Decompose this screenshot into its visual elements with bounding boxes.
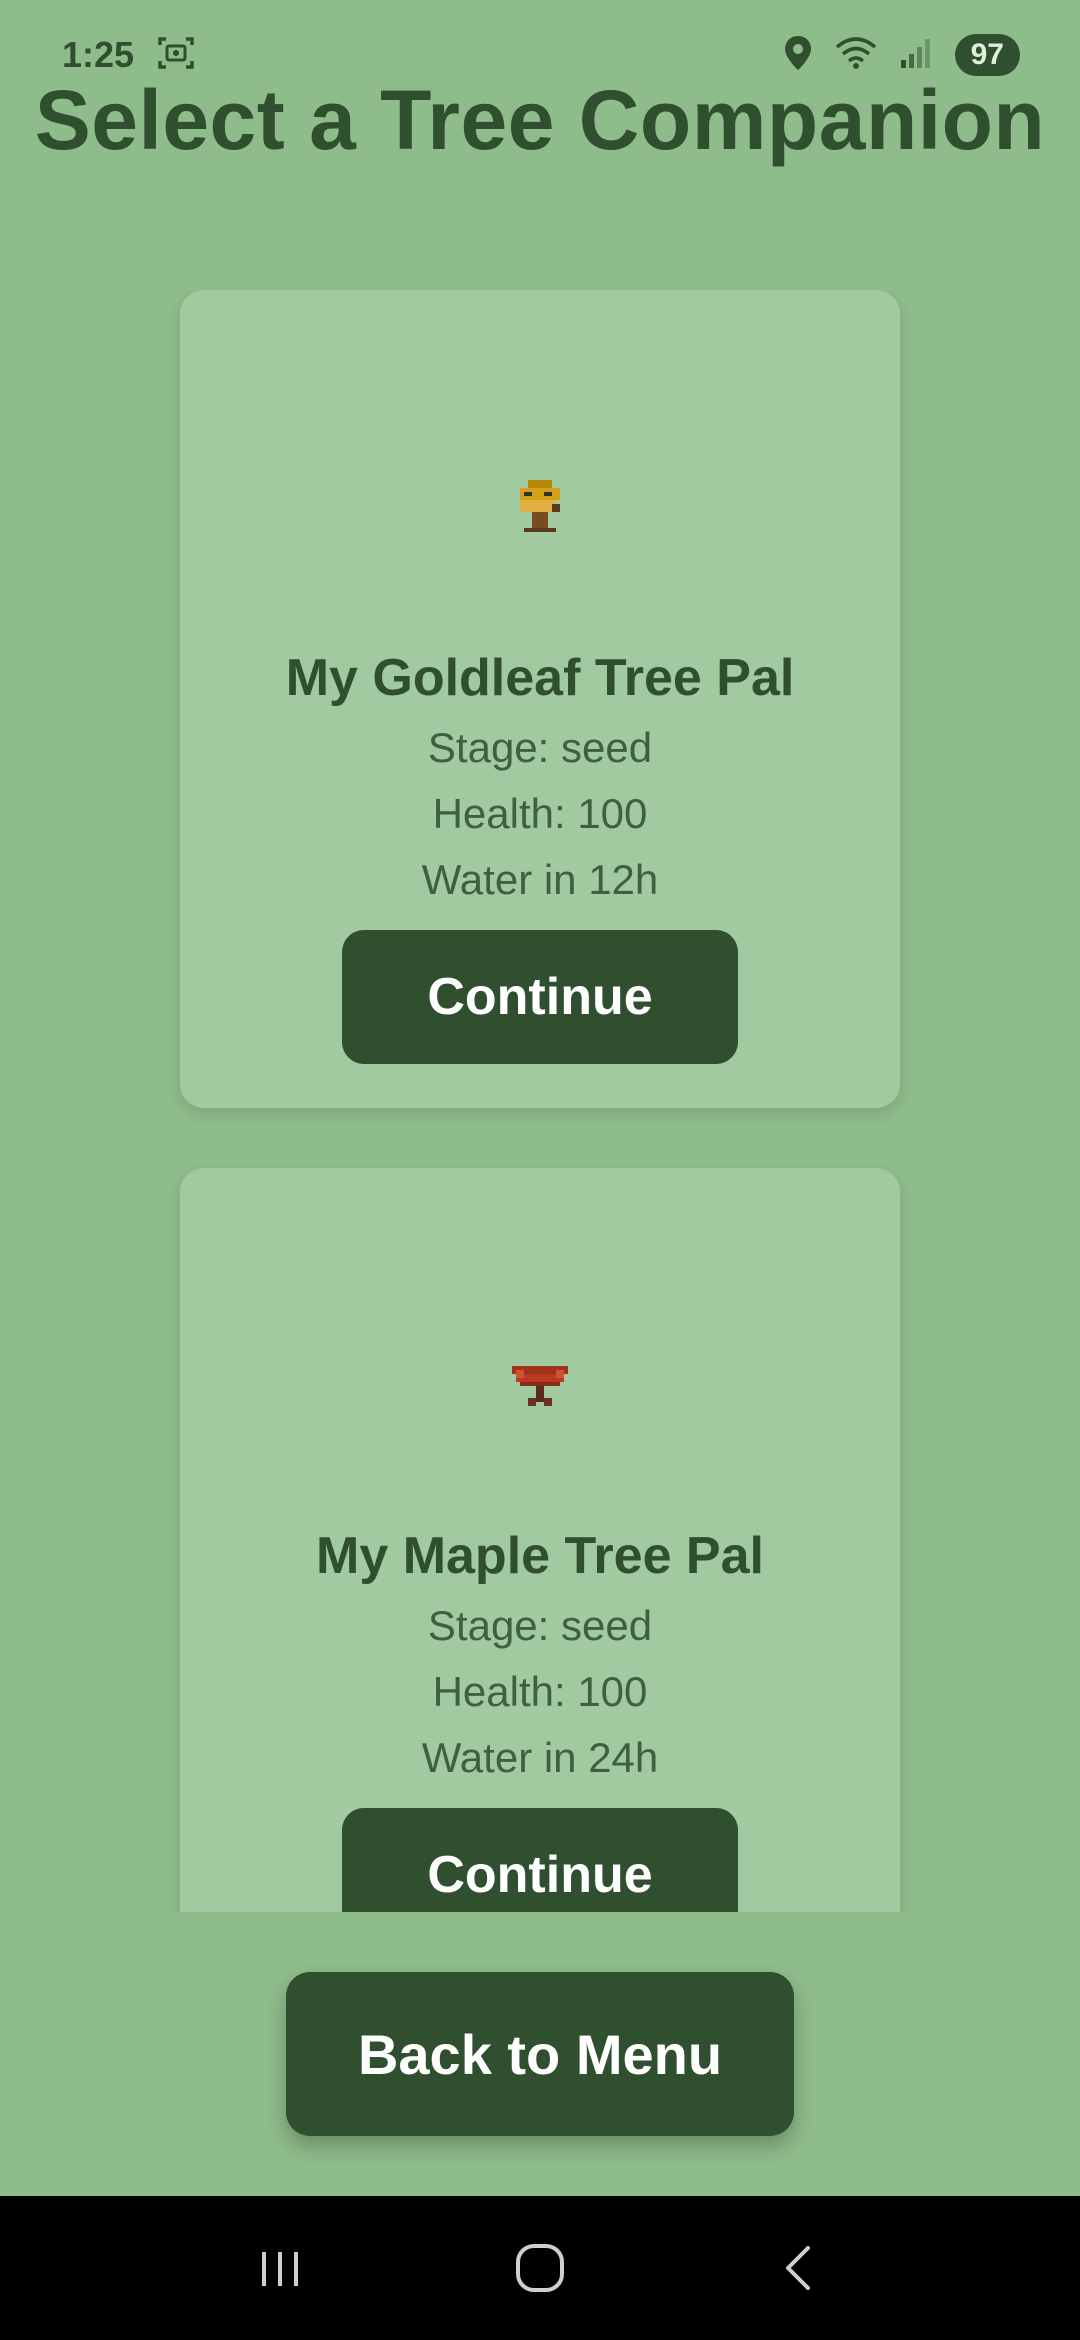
tree-stage: Stage: seed — [427, 724, 653, 771]
tree-name: My Maple Tree Pal — [316, 1527, 764, 1585]
tree-health: Health: 100 — [432, 1668, 648, 1715]
tree-name: My Goldleaf Tree Pal — [285, 649, 795, 707]
maple-sapling-icon — [508, 1354, 572, 1418]
recent-apps-icon[interactable] — [235, 2223, 325, 2313]
back-to-menu-button[interactable]: Back to Menu — [286, 1972, 794, 2136]
screenshot-icon — [156, 33, 196, 78]
tree-health: Health: 100 — [432, 790, 648, 837]
tree-water: Water in 24h — [421, 1734, 659, 1781]
status-right: 97 — [783, 34, 1020, 77]
status-left: 1:25 — [62, 33, 196, 78]
wifi-icon — [835, 35, 877, 76]
continue-button[interactable]: Continue — [342, 930, 738, 1064]
location-icon — [783, 34, 813, 77]
page-title: Select a Tree Companion — [34, 73, 1046, 167]
tree-card-maple: My Maple Tree Pal Stage: seed Health: 10… — [180, 1168, 900, 1912]
tree-card-goldleaf: My Goldleaf Tree Pal Stage: seed Health:… — [180, 290, 900, 1108]
battery-indicator: 97 — [954, 34, 1020, 76]
status-time: 1:25 — [62, 34, 135, 75]
continue-button[interactable]: Continue — [342, 1808, 738, 1912]
tree-select-screen: 1:25 97 Select a Tree Companion My Goldl… — [0, 0, 1080, 2340]
tree-stage: Stage: seed — [427, 1602, 653, 1649]
signal-icon — [899, 36, 933, 75]
home-icon[interactable] — [495, 2223, 585, 2313]
goldleaf-sapling-icon — [508, 476, 572, 540]
tree-water: Water in 12h — [421, 856, 659, 903]
system-nav-bar — [0, 2196, 1080, 2340]
back-icon[interactable] — [755, 2223, 845, 2313]
tree-card-list[interactable]: My Goldleaf Tree Pal Stage: seed Health:… — [0, 290, 1080, 1912]
